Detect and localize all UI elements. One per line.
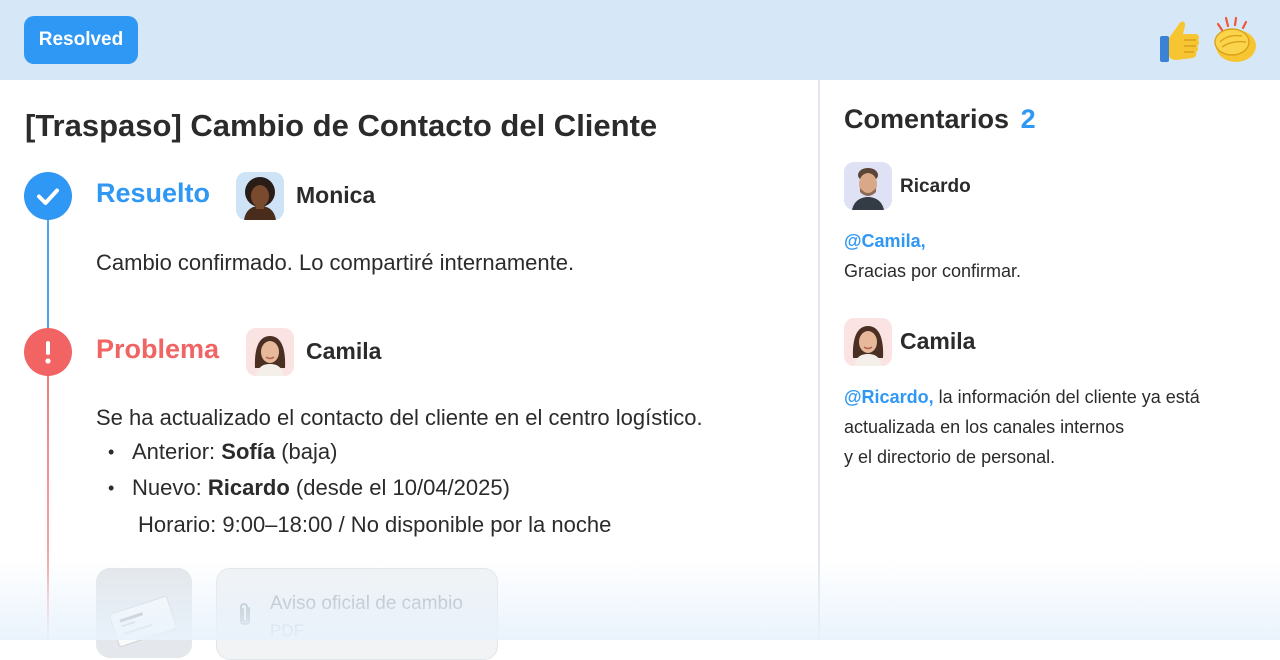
timeline-line-resolved [47,216,49,328]
attachment-title: Aviso oficial de cambio [270,593,463,614]
comment-text: Gracias por confirmar. [844,261,1022,281]
event-author-camila: Camila [306,338,382,364]
avatar-camila[interactable] [246,328,294,376]
comment-line: la información del cliente ya está [938,387,1200,407]
comments-pane: Comentarios 2 Ricardo @Camila, Gracias p… [820,80,1280,640]
comment-mention: @Camila, [844,226,926,256]
paperclip-icon [240,603,250,625]
comment-author-camila: Camila [900,328,976,354]
ticket-title: [Traspaso] Cambio de Contacto del Client… [25,108,658,143]
schedule-text: Horario: 9:00–18:00 / No disponible por … [138,512,612,537]
event-author-monica: Monica [296,182,376,208]
comments-title: Comentarios 2 [844,104,1036,135]
clapping-hands-icon[interactable] [1208,12,1260,68]
mention-camila[interactable]: @Camila, [844,231,926,251]
bullet-name: Ricardo [207,475,290,500]
attachment-type: PDF [270,621,304,640]
bullet-label: Nuevo: [132,475,202,500]
bullet-label: Anterior: [132,439,216,464]
bullet-note: (baja) [281,439,338,464]
avatar-camila-comment[interactable] [844,318,892,366]
bullet-name: Sofía [221,439,276,464]
status-badge[interactable]: Resolved [24,16,138,64]
timeline-line-problem [47,372,49,640]
comment-text: actualizada en los canales internos [844,417,1125,437]
comment-text: @Ricardo, la información del cliente ya … [844,382,1200,412]
event-status-problem: Problema [96,334,220,364]
comments-count: 2 [1020,104,1036,134]
alert-icon [24,328,72,376]
bullet-note: (desde el 10/04/2025) [295,475,510,500]
attachment-card[interactable]: Aviso oficial de cambio PDF [216,568,498,660]
mention-ricardo[interactable]: @Ricardo, [844,387,934,407]
event-text-problem: Se ha actualizado el contacto del client… [96,405,703,430]
contact-change-list: Anterior: Sofía (baja) Nuevo: Ricardo (d… [96,434,510,506]
ticket-pane: [Traspaso] Cambio de Contacto del Client… [0,80,818,660]
check-icon [24,172,72,220]
attachment-thumbnail[interactable] [96,568,192,658]
comment-text: y el directorio de personal. [844,447,1056,467]
event-text-resolved: Cambio confirmado. Lo compartiré interna… [96,250,575,275]
header-bar: Resolved [0,0,1280,80]
avatar-monica[interactable] [236,172,284,220]
avatar-ricardo[interactable] [844,162,892,210]
reactions [1154,12,1260,68]
comments-label: Comentarios [844,104,1010,134]
list-item: Nuevo: Ricardo (desde el 10/04/2025) [96,470,510,506]
comment-author-ricardo: Ricardo [900,176,971,197]
event-status-resolved: Resuelto [96,178,211,208]
list-item: Anterior: Sofía (baja) [96,434,510,470]
thumbs-up-icon[interactable] [1154,12,1206,68]
